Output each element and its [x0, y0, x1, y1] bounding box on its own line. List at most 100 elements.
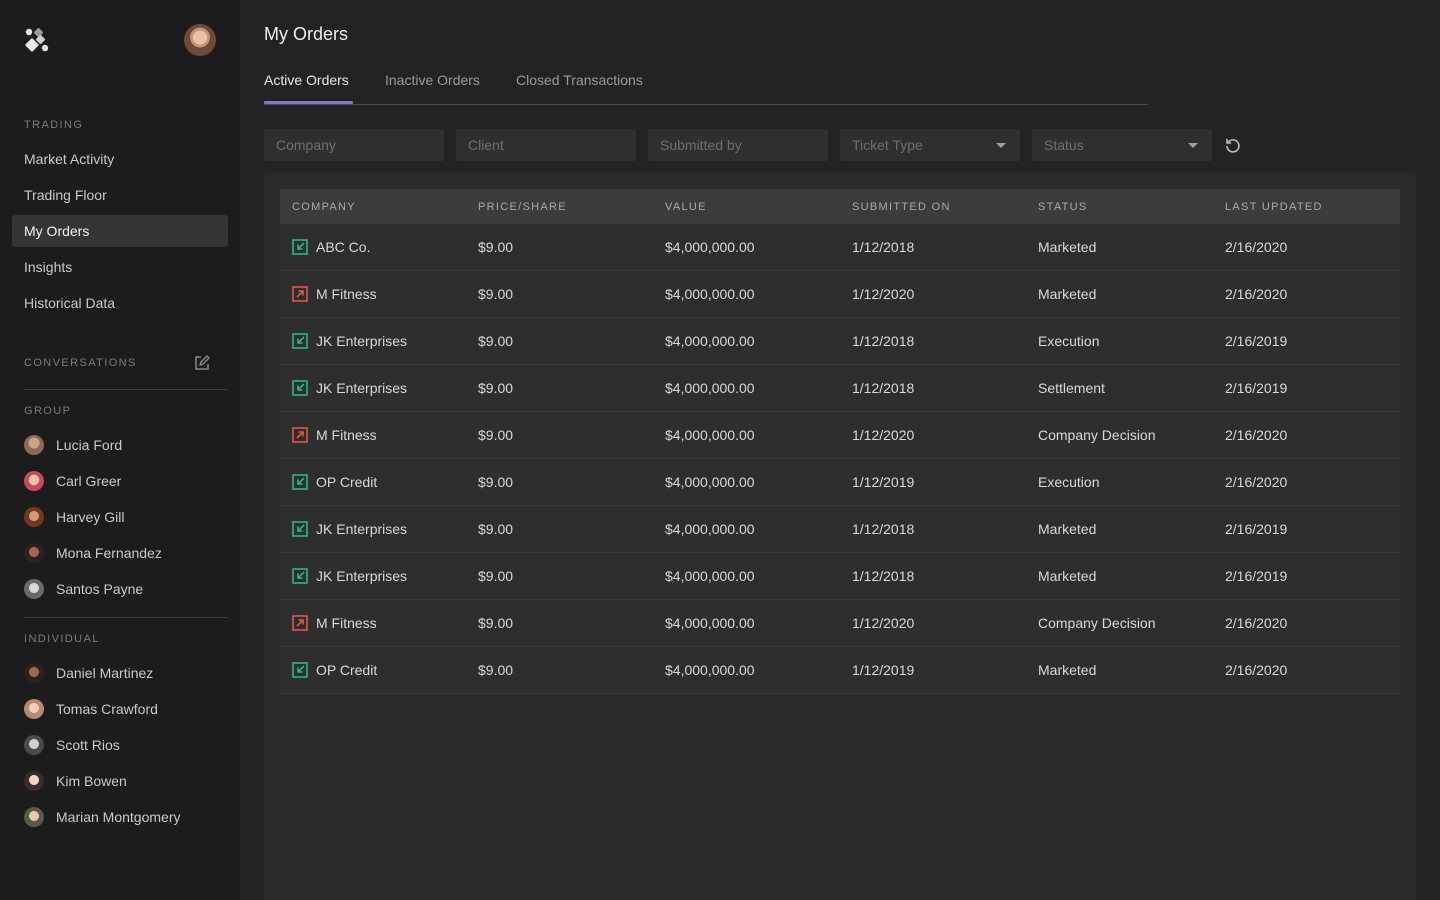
- avatar: [24, 507, 44, 527]
- ticket-type-select[interactable]: Ticket Type: [840, 129, 1020, 161]
- client-filter-input[interactable]: Client: [456, 129, 636, 161]
- tab-closed-transactions[interactable]: Closed Transactions: [516, 72, 643, 104]
- conversation-santos-payne[interactable]: Santos Payne: [24, 577, 143, 601]
- company-name: JK Enterprises: [316, 568, 408, 584]
- tab-active-orders[interactable]: Active Orders: [264, 72, 349, 104]
- nav-item-insights[interactable]: Insights: [12, 251, 228, 283]
- company-name: M Fitness: [316, 286, 377, 302]
- company-name: M Fitness: [316, 427, 377, 443]
- avatar: [24, 663, 44, 683]
- cell-submitted-on: 1/12/2018: [852, 380, 915, 396]
- nav-item-trading-floor[interactable]: Trading Floor: [12, 179, 228, 211]
- table-row[interactable]: JK Enterprises $9.00 $4,000,000.00 1/12/201…: [280, 364, 1400, 412]
- cell-submitted-on: 1/12/2020: [852, 286, 915, 302]
- cell-company: M Fitness: [292, 600, 466, 646]
- compose-icon[interactable]: [194, 355, 210, 371]
- cell-price: $9.00: [478, 333, 514, 349]
- cell-value: $4,000,000.00: [665, 474, 755, 490]
- company-name: JK Enterprises: [316, 521, 408, 537]
- cell-price: $9.00: [478, 568, 514, 584]
- column-header-price[interactable]: PRICE/SHARE: [466, 189, 653, 224]
- cell-submitted-on: 1/12/2020: [852, 427, 915, 443]
- cell-submitted-on: 1/12/2018: [852, 333, 915, 349]
- cell-last-updated: 2/16/2020: [1225, 286, 1288, 302]
- arrow-in-icon: [292, 521, 308, 537]
- status-label: Status: [1044, 137, 1084, 153]
- cell-value: $4,000,000.00: [665, 427, 755, 443]
- conversation-kim-bowen[interactable]: Kim Bowen: [24, 769, 127, 793]
- column-header-value[interactable]: VALUE: [653, 189, 840, 224]
- conversation-marian-montgomery[interactable]: Marian Montgomery: [24, 805, 181, 829]
- cell-submitted-on: 1/12/2018: [852, 521, 915, 537]
- conversation-harvey-gill[interactable]: Harvey Gill: [24, 505, 124, 529]
- status-select[interactable]: Status: [1032, 129, 1212, 161]
- column-header-submitted-on[interactable]: SUBMITTED ON: [840, 189, 1026, 224]
- conversation-carl-greer[interactable]: Carl Greer: [24, 469, 121, 493]
- conversation-scott-rios[interactable]: Scott Rios: [24, 733, 120, 757]
- conversation-tomas-crawford[interactable]: Tomas Crawford: [24, 697, 158, 721]
- conversation-mona-fernandez[interactable]: Mona Fernandez: [24, 541, 162, 565]
- tab-inactive-orders[interactable]: Inactive Orders: [385, 72, 480, 104]
- nav-item-historical-data[interactable]: Historical Data: [12, 287, 228, 319]
- cell-price: $9.00: [478, 239, 514, 255]
- company-filter-input[interactable]: Company: [264, 129, 444, 161]
- submitted-by-filter-input[interactable]: Submitted by: [648, 129, 828, 161]
- table-row[interactable]: OP Credit $9.00 $4,000,000.00 1/12/2019 Mark…: [280, 646, 1400, 694]
- table-row[interactable]: JK Enterprises $9.00 $4,000,000.00 1/12/201…: [280, 552, 1400, 600]
- conversation-name: Carl Greer: [56, 473, 122, 489]
- reset-icon[interactable]: [1224, 137, 1242, 155]
- tab-active-indicator: [264, 101, 353, 104]
- user-avatar[interactable]: [184, 24, 216, 56]
- cell-company: JK Enterprises: [292, 365, 466, 411]
- conversations-section-label: CONVERSATIONS: [24, 357, 137, 369]
- cell-company: OP Credit: [292, 647, 466, 693]
- chevron-down-icon: [1188, 143, 1198, 148]
- cell-price: $9.00: [478, 615, 514, 631]
- arrow-out-icon: [292, 286, 308, 302]
- cell-value: $4,000,000.00: [665, 239, 755, 255]
- cell-submitted-on: 1/12/2019: [852, 662, 915, 678]
- cell-company: OP Credit: [292, 459, 466, 505]
- table-row[interactable]: OP Credit $9.00 $4,000,000.00 1/12/2019 Exec…: [280, 458, 1400, 506]
- company-name: M Fitness: [316, 615, 377, 631]
- table-row[interactable]: JK Enterprises $9.00 $4,000,000.00 1/12/201…: [280, 317, 1400, 365]
- table-row[interactable]: M Fitness $9.00 $4,000,000.00 1/12/2020 Comp…: [280, 599, 1400, 647]
- cell-value: $4,000,000.00: [665, 662, 755, 678]
- table-row[interactable]: JK Enterprises $9.00 $4,000,000.00 1/12/201…: [280, 505, 1400, 553]
- cell-status: Execution: [1038, 474, 1100, 490]
- company-name: OP Credit: [316, 474, 378, 490]
- cell-status: Settlement: [1038, 380, 1105, 396]
- cell-last-updated: 2/16/2020: [1225, 427, 1288, 443]
- arrow-in-icon: [292, 474, 308, 490]
- conversation-name: Tomas Crawford: [56, 701, 158, 717]
- company-name: OP Credit: [316, 662, 378, 678]
- cell-status: Company Decision: [1038, 427, 1156, 443]
- table-header-row: COMPANY PRICE/SHARE VALUE SUBMITTED ON S…: [280, 189, 1400, 224]
- arrow-in-icon: [292, 239, 308, 255]
- table-row[interactable]: M Fitness $9.00 $4,000,000.00 1/12/2020 Mark…: [280, 270, 1400, 318]
- cell-status: Marketed: [1038, 286, 1097, 302]
- page-title: My Orders: [264, 24, 349, 44]
- cell-last-updated: 2/16/2020: [1225, 662, 1288, 678]
- cell-last-updated: 2/16/2020: [1225, 474, 1288, 490]
- arrow-in-icon: [292, 380, 308, 396]
- table-row[interactable]: M Fitness $9.00 $4,000,000.00 1/12/2020 Comp…: [280, 411, 1400, 459]
- column-header-company[interactable]: COMPANY: [280, 189, 466, 224]
- conversation-daniel-martinez[interactable]: Daniel Martinez: [24, 661, 153, 685]
- app-logo-icon[interactable]: [24, 27, 50, 53]
- table-row[interactable]: ABC Co. $9.00 $4,000,000.00 1/12/2018 Market…: [280, 224, 1400, 271]
- nav-item-my-orders[interactable]: My Orders: [12, 215, 228, 247]
- cell-price: $9.00: [478, 286, 514, 302]
- cell-price: $9.00: [478, 380, 514, 396]
- avatar: [24, 699, 44, 719]
- column-header-last-updated[interactable]: LAST UPDATED: [1213, 189, 1400, 224]
- cell-status: Marketed: [1038, 521, 1097, 537]
- arrow-in-icon: [292, 568, 308, 584]
- company-name: JK Enterprises: [316, 333, 408, 349]
- cell-last-updated: 2/16/2020: [1225, 239, 1288, 255]
- column-header-status[interactable]: STATUS: [1026, 189, 1213, 224]
- table-body: ABC Co. $9.00 $4,000,000.00 1/12/2018 Market…: [280, 224, 1400, 694]
- nav-item-market-activity[interactable]: Market Activity: [12, 143, 228, 175]
- cell-status: Marketed: [1038, 568, 1097, 584]
- conversation-lucia-ford[interactable]: Lucia Ford: [24, 433, 122, 457]
